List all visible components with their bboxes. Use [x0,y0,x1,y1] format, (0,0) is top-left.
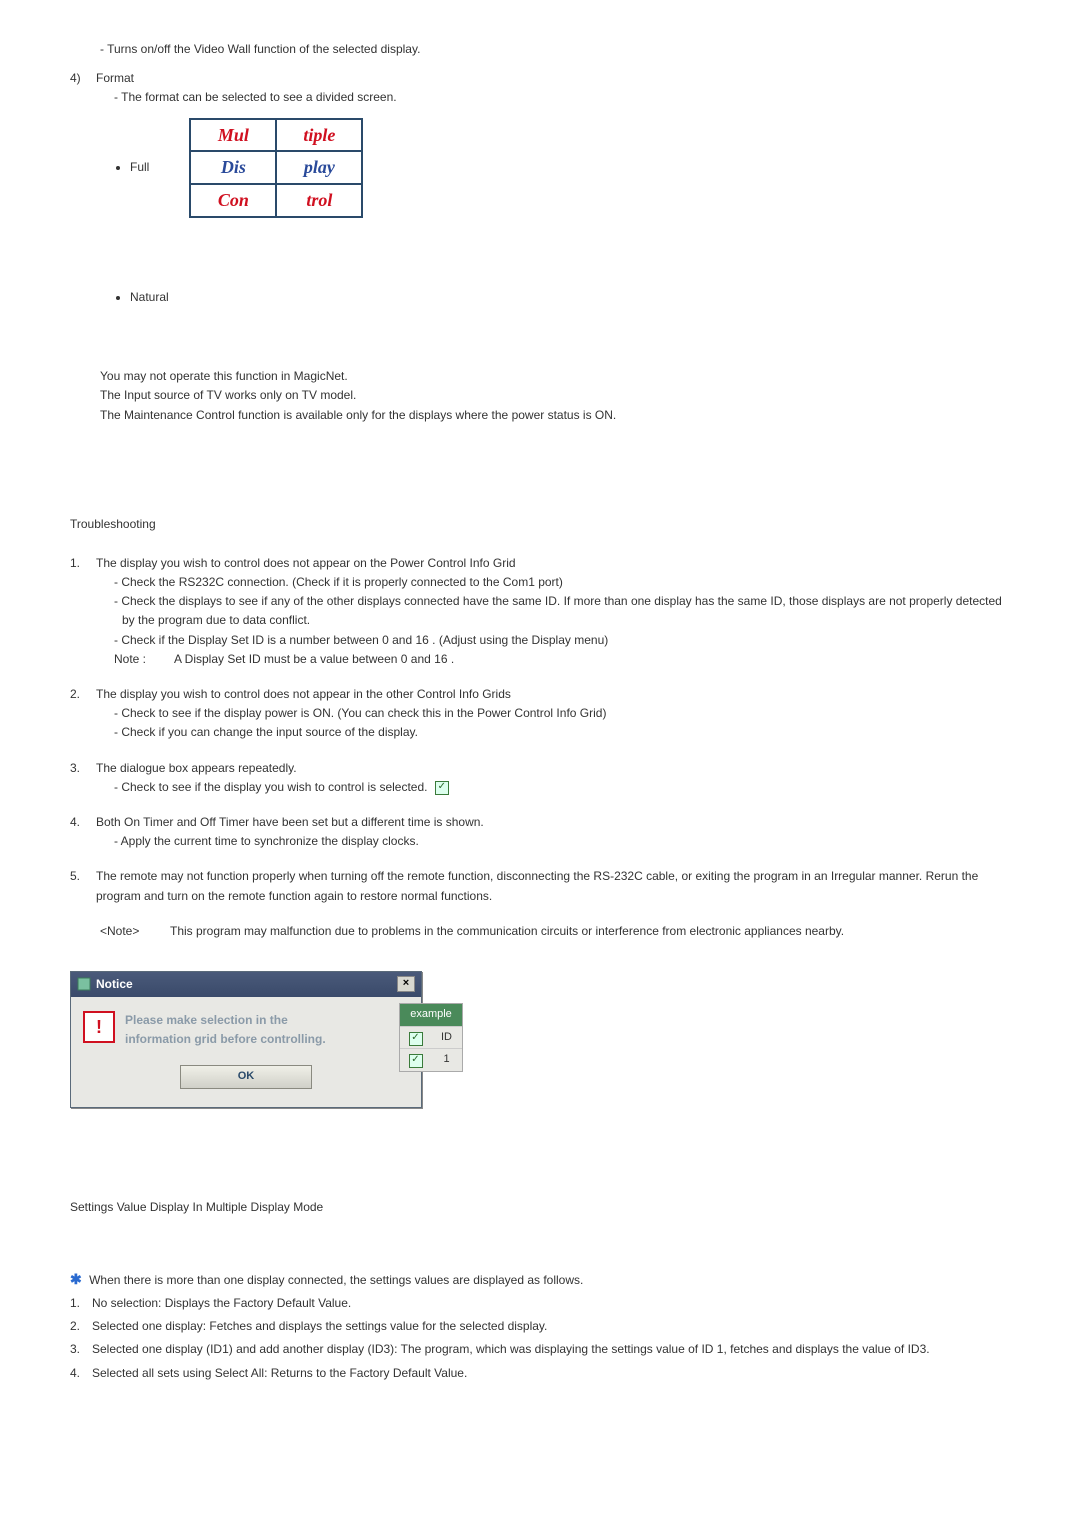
dialog-message: Please make selection in the information… [125,1011,326,1049]
star-icon: ✱ [70,1271,82,1287]
ts-item-3: 3. The dialogue box appears repeatedly. … [70,759,1010,797]
example-id-header: ID [431,1027,462,1049]
ts5-num: 5. [70,867,96,905]
example-label: example [400,1004,462,1026]
ts4-title: Both On Timer and Off Timer have been se… [96,813,1010,832]
dialog-title: Notice [96,975,133,994]
close-button[interactable]: × [397,976,415,992]
troubleshooting-header: Troubleshooting [70,515,1010,534]
format-natural-label: Natural [130,288,169,307]
checkbox-icon: ✓ [435,781,449,795]
sm-item-3: 3. Selected one display (ID1) and add an… [70,1340,1010,1359]
format-full-label: Full [130,158,149,177]
format-num: 4) [70,69,96,327]
md-cell: tiple [276,119,362,152]
ts2-b2: - Check if you can change the input sour… [114,723,1010,742]
ts1-b1: - Check the RS232C connection. (Check if… [114,573,1010,592]
videowall-desc: - Turns on/off the Video Wall function o… [100,40,1010,59]
final-note-text: This program may malfunction due to prob… [170,922,844,941]
ts1-b2: - Check the displays to see if any of th… [122,592,1010,630]
videowall-desc-text: - Turns on/off the Video Wall function o… [100,42,420,56]
note-line: The Input source of TV works only on TV … [100,386,1010,405]
format-desc: - The format can be selected to see a di… [114,88,1010,107]
checkbox-icon[interactable]: ✓ [409,1032,423,1046]
note-line: The Maintenance Control function is avai… [100,406,1010,425]
ok-button[interactable]: OK [180,1065,312,1089]
ts3-num: 3. [70,759,96,797]
sm-item-2: 2. Selected one display: Fetches and dis… [70,1317,1010,1336]
checkbox-icon[interactable]: ✓ [409,1054,423,1068]
format-section: 4) Format - The format can be selected t… [70,69,1010,327]
notes-block: You may not operate this function in Mag… [100,367,1010,425]
example-id-value: 1 [431,1049,462,1071]
app-icon [77,977,91,991]
ts3-b1: - Check to see if the display you wish t… [114,778,1010,797]
ts4-num: 4. [70,813,96,851]
format-natural-item: Natural [116,288,1010,307]
ts2-title: The display you wish to control does not… [96,685,1010,704]
settings-intro-row: ✱ When there is more than one display co… [70,1268,1010,1290]
sm-item-4: 4. Selected all sets using Select All: R… [70,1364,1010,1383]
ts1-note-label: Note : [114,650,174,669]
ts-item-2: 2. The display you wish to control does … [70,685,1010,743]
warning-icon: ! [83,1011,115,1043]
ts5-title: The remote may not function properly whe… [96,867,1010,905]
md-cell: Dis [190,151,276,184]
settings-mode-header: Settings Value Display In Multiple Displ… [70,1198,1010,1217]
md-cell: Mul [190,119,276,152]
final-note-label: <Note> [100,922,170,941]
note-line: You may not operate this function in Mag… [100,367,1010,386]
ts-item-4: 4. Both On Timer and Off Timer have been… [70,813,1010,851]
ts4-b1: - Apply the current time to synchronize … [114,832,1010,851]
ts1-note-text: A Display Set ID must be a value between… [174,650,454,669]
ts2-b1: - Check to see if the display power is O… [114,704,1010,723]
md-cell: Con [190,184,276,217]
ts-item-1: 1. The display you wish to control does … [70,554,1010,669]
settings-intro: When there is more than one display conn… [89,1273,583,1287]
ts-item-5: 5. The remote may not function properly … [70,867,1010,905]
md-cell: play [276,151,362,184]
ts2-num: 2. [70,685,96,743]
dialog-titlebar: Notice × [71,972,421,997]
format-label: Format [96,69,1010,88]
ts1-b3: - Check if the Display Set ID is a numbe… [114,631,1010,650]
format-full-item: Full [116,158,149,177]
ts-final-note: <Note> This program may malfunction due … [100,922,1010,941]
ts3-title: The dialogue box appears repeatedly. [96,759,1010,778]
notice-dialog: Notice × ! Please make selection in the … [70,971,422,1109]
bullet-icon [116,296,120,300]
multiple-display-graphic: Mul tiple Dis play Con trol [189,118,363,218]
md-cell: trol [276,184,362,217]
example-panel: example ✓ ID ✓ 1 [399,1003,463,1072]
bullet-icon [116,166,120,170]
sm-item-1: 1. No selection: Displays the Factory De… [70,1294,1010,1313]
ts1-num: 1. [70,554,96,669]
ts1-title: The display you wish to control does not… [96,554,1010,573]
